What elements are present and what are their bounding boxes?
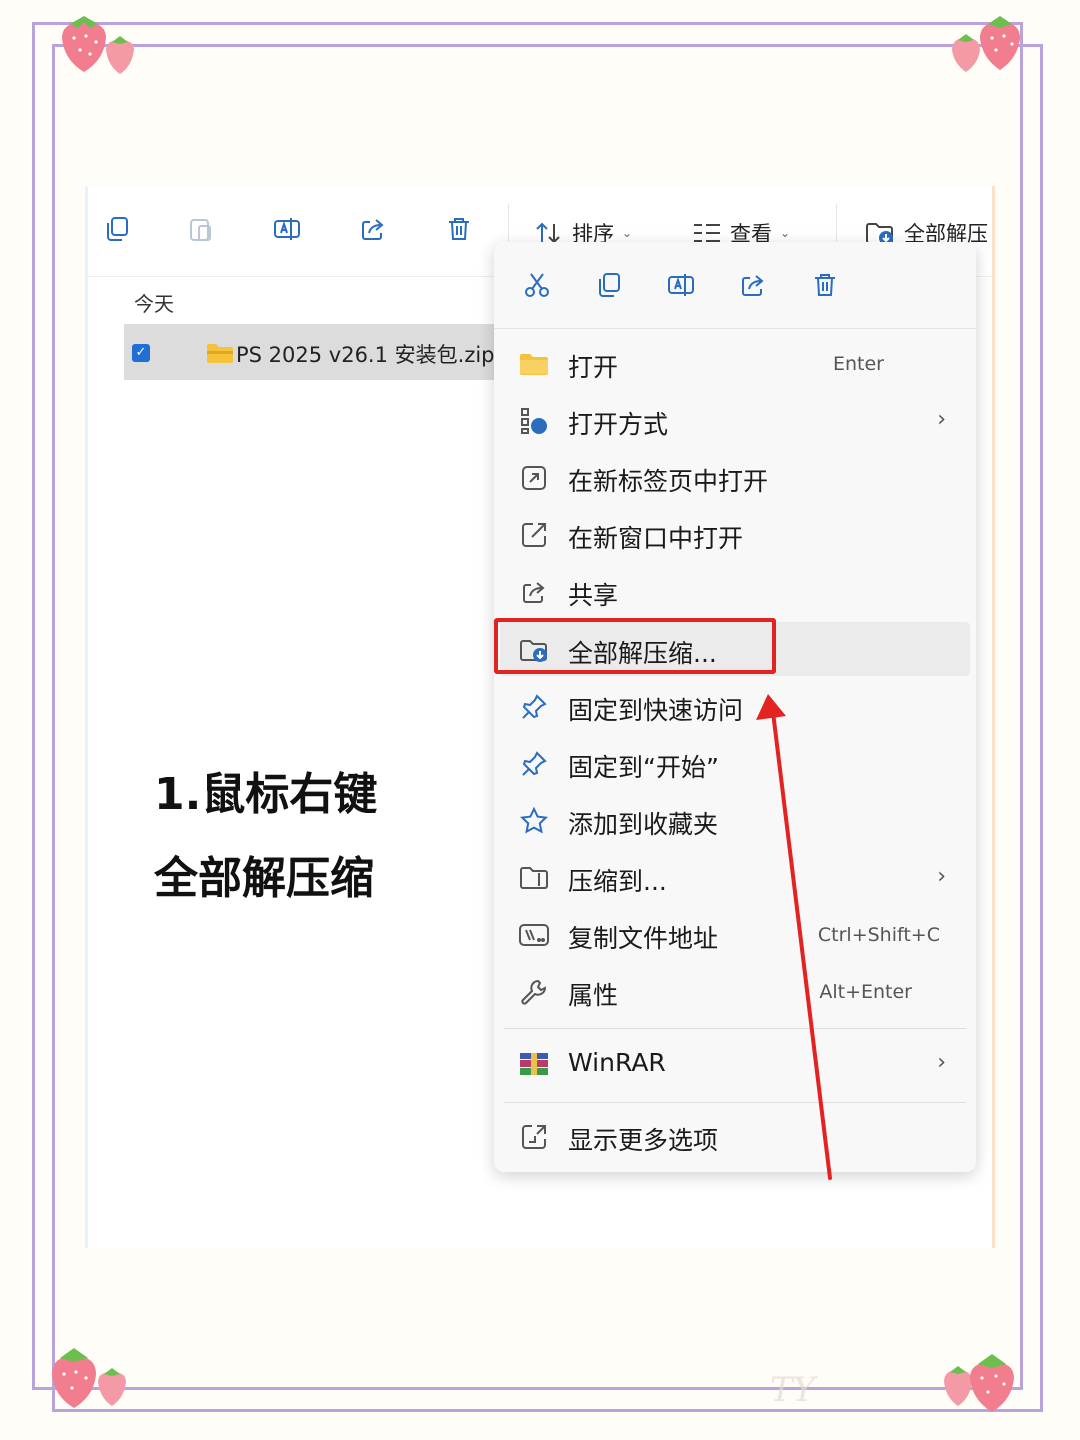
annotation-arrow <box>756 694 832 1180</box>
strawberry-icon <box>52 1348 126 1408</box>
watermark: TY <box>770 1370 816 1410</box>
strawberry-icon <box>944 1354 1014 1412</box>
strawberry-icon <box>952 16 1020 72</box>
strawberry-icon <box>62 16 134 74</box>
explorer-screenshot: 排序 ⌄ 查看 ⌄ 全部解压 今天 ✓ PS 2025 v26.1 安装包.zi… <box>88 186 992 1248</box>
